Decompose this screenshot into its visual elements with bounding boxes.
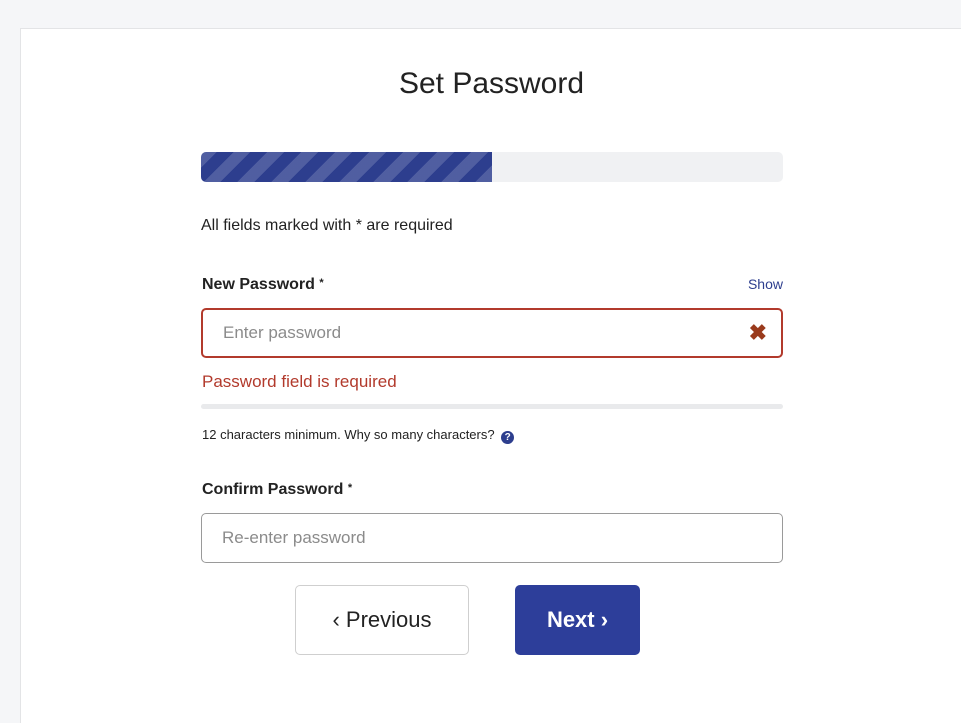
password-hint: 12 characters minimum. Why so many chara…	[202, 427, 515, 444]
password-hint-text: 12 characters minimum. Why so many chara…	[202, 427, 495, 442]
new-password-label: New Password *	[202, 276, 324, 294]
error-x-icon: ✖	[748, 320, 767, 345]
confirm-password-label: Confirm Password *	[202, 481, 352, 499]
next-button[interactable]: Next ›	[515, 585, 640, 655]
progress-bar-fill	[201, 152, 492, 182]
new-password-input[interactable]	[203, 310, 781, 356]
required-asterisk: *	[347, 482, 353, 494]
required-fields-note: All fields marked with * are required	[201, 217, 453, 234]
question-circle-icon[interactable]: ?	[501, 431, 515, 444]
new-password-label-text: New Password	[202, 276, 315, 293]
page-title: Set Password	[398, 67, 585, 100]
progress-bar	[201, 152, 783, 182]
password-error-message: Password field is required	[202, 372, 397, 391]
confirm-password-label-text: Confirm Password	[202, 481, 344, 498]
required-asterisk: *	[319, 277, 324, 289]
set-password-card: Set Password All fields marked with * ar…	[20, 28, 961, 723]
confirm-password-field	[201, 513, 783, 563]
previous-button[interactable]: ‹ Previous	[295, 585, 469, 655]
password-strength-meter	[201, 404, 783, 409]
new-password-field: ✖	[201, 308, 783, 358]
show-password-toggle[interactable]: Show	[748, 276, 783, 292]
confirm-password-input[interactable]	[202, 514, 782, 562]
